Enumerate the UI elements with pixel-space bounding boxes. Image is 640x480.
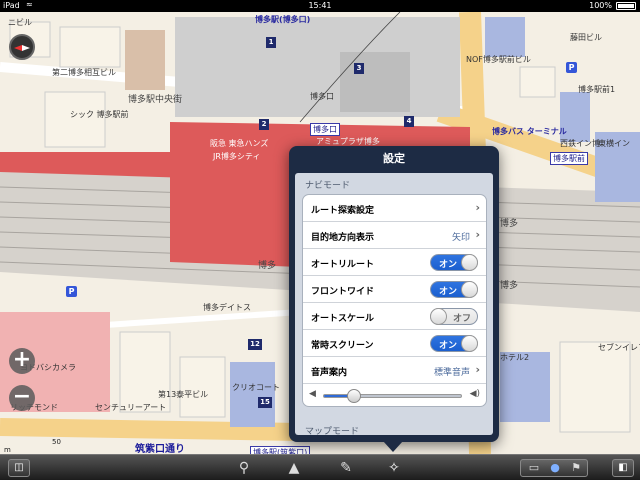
section-header-navi: ナビモード — [305, 181, 351, 191]
map-label: 博多口 — [310, 123, 340, 136]
battery-percent: 100% — [589, 1, 612, 10]
toggle-text: オフ — [452, 314, 471, 324]
volume-thumb[interactable] — [347, 389, 362, 403]
front-wide-toggle[interactable]: オン — [430, 281, 478, 298]
building-number: 15 — [258, 397, 272, 408]
auto-reroute-toggle[interactable]: オン — [430, 254, 478, 271]
row-label: オートスケール — [311, 314, 375, 324]
map-label: 博多バス ターミナル — [492, 127, 567, 136]
building-number: 1 — [266, 37, 276, 48]
bottom-toolbar: ◫ ⚲ ▲ ✎ ✧ ▭ ● ⚑ ◧ — [0, 454, 640, 480]
toggle-text: オン — [439, 341, 458, 351]
map-label: 博多駅(博多口) — [255, 15, 311, 24]
chevron-right-icon: › — [475, 363, 480, 376]
globe-icon[interactable]: ● — [546, 460, 564, 480]
building-number: 4 — [404, 116, 414, 127]
map-label: 博多口 — [310, 92, 334, 101]
map-label: 博多駅前 — [550, 152, 588, 165]
chevron-right-icon: › — [475, 228, 480, 241]
map-label: 博多 — [500, 281, 519, 291]
map-label: JR博多シティ — [213, 152, 261, 161]
map-label: ニビル — [8, 18, 32, 27]
toggle-knob — [430, 308, 447, 325]
map-label: 阪急 東急ハンズ — [210, 139, 269, 148]
section-header-map: マップモード — [305, 427, 360, 435]
settings-wrench-icon[interactable]: ✧ — [384, 458, 404, 478]
volume-high-icon: ◀) — [469, 389, 480, 399]
row-auto-scale: オートスケール オフ — [303, 303, 486, 330]
compass-icon[interactable] — [9, 34, 35, 60]
row-value: 矢印 — [451, 233, 470, 243]
row-label: ルート探索設定 — [311, 206, 375, 216]
map-label: 第二博多相互ビル — [52, 68, 116, 77]
toggle-text: オン — [439, 260, 458, 270]
menu-icon[interactable]: ◧ — [612, 459, 634, 477]
row-always-screen: 常時スクリーン オン — [303, 330, 486, 357]
settings-content[interactable]: ナビモード ルート探索設定 › 目的地方向表示 矢印 › オートリルート オン … — [295, 173, 493, 435]
map-label: 東横イン — [598, 139, 630, 148]
map-label: セブンイレブ — [598, 343, 640, 352]
building-number: 12 — [248, 339, 262, 350]
row-route-search[interactable]: ルート探索設定 › — [303, 195, 486, 222]
map-label: シック 博多駅前 — [70, 110, 129, 119]
map-label: NOF博多駅前ビル — [466, 55, 531, 64]
volume-slider-row: ◀ ◀) — [303, 384, 486, 406]
map-label: 西鉄イン博 — [560, 139, 600, 148]
flag-icon[interactable]: ⚑ — [567, 460, 585, 480]
row-label: 常時スクリーン — [311, 341, 374, 351]
scale-label: 50 m — [4, 438, 61, 454]
scale-bar: 50 m — [4, 438, 68, 454]
row-auto-reroute: オートリルート オン — [303, 249, 486, 276]
settings-group: ルート探索設定 › 目的地方向表示 矢印 › オートリルート オン フロントワイ… — [302, 194, 487, 407]
chevron-right-icon: › — [475, 201, 480, 214]
settings-popover: 設定 ナビモード ルート探索設定 › 目的地方向表示 矢印 › オートリルート … — [289, 146, 499, 452]
zoom-in-button[interactable]: + — [9, 348, 35, 374]
building-number: 2 — [259, 119, 269, 130]
row-voice-guide[interactable]: 音声案内 標準音声 › — [303, 357, 486, 384]
row-label: オートリルート — [311, 260, 375, 270]
search-icon[interactable]: ⚲ — [234, 458, 254, 478]
popover-title: 設定 — [383, 152, 405, 165]
street-label: 筑紫口通り — [135, 444, 185, 454]
auto-scale-toggle[interactable]: オフ — [430, 308, 478, 325]
clock: 15:41 — [308, 1, 332, 10]
volume-low-icon: ◀ — [309, 389, 316, 399]
row-front-wide: フロントワイド オン — [303, 276, 486, 303]
volume-slider[interactable] — [323, 389, 462, 403]
row-label: フロントワイド — [311, 287, 375, 297]
toggle-text: オン — [439, 287, 458, 297]
toggle-knob — [461, 281, 478, 298]
screen-icon[interactable]: ▭ — [525, 460, 543, 480]
row-label: 音声案内 — [311, 368, 348, 378]
navigate-icon[interactable]: ▲ — [284, 458, 304, 478]
map-label: 博多デイトス — [203, 303, 251, 312]
map-label: 博多 — [258, 261, 277, 271]
map-label: 博多駅中央街 — [128, 95, 183, 105]
ruler-icon[interactable]: ✎ — [336, 458, 356, 478]
zoom-out-button[interactable]: − — [9, 385, 35, 411]
toolbar-segment: ▭ ● ⚑ — [520, 459, 588, 477]
row-value: 標準音声 — [433, 368, 470, 378]
row-destination-direction[interactable]: 目的地方向表示 矢印 › — [303, 222, 486, 249]
toggle-knob — [461, 254, 478, 271]
map-label: 第13泰平ビル — [158, 390, 209, 399]
always-screen-toggle[interactable]: オン — [430, 335, 478, 352]
map-label: センチュリーアート — [95, 403, 167, 412]
status-bar: iPad ≈ 15:41 100% — [0, 0, 640, 12]
map-label: 博多 — [500, 219, 519, 229]
parking-icon: P — [66, 286, 77, 297]
popover-arrow — [383, 441, 403, 452]
building-number: 3 — [354, 63, 364, 74]
battery-icon — [616, 2, 636, 10]
toggle-knob — [461, 335, 478, 352]
map-label: クリオコート — [232, 383, 280, 392]
map-label: 博多駅(筑紫口) — [250, 446, 311, 454]
map-view-icon[interactable]: ◫ — [8, 459, 30, 477]
parking-icon: P — [566, 62, 577, 73]
map-label: ホテル2 — [500, 353, 530, 362]
map-label: 藤田ビル — [570, 33, 602, 42]
row-label: 目的地方向表示 — [311, 233, 375, 243]
map-label: 博多駅前1 — [578, 85, 616, 94]
